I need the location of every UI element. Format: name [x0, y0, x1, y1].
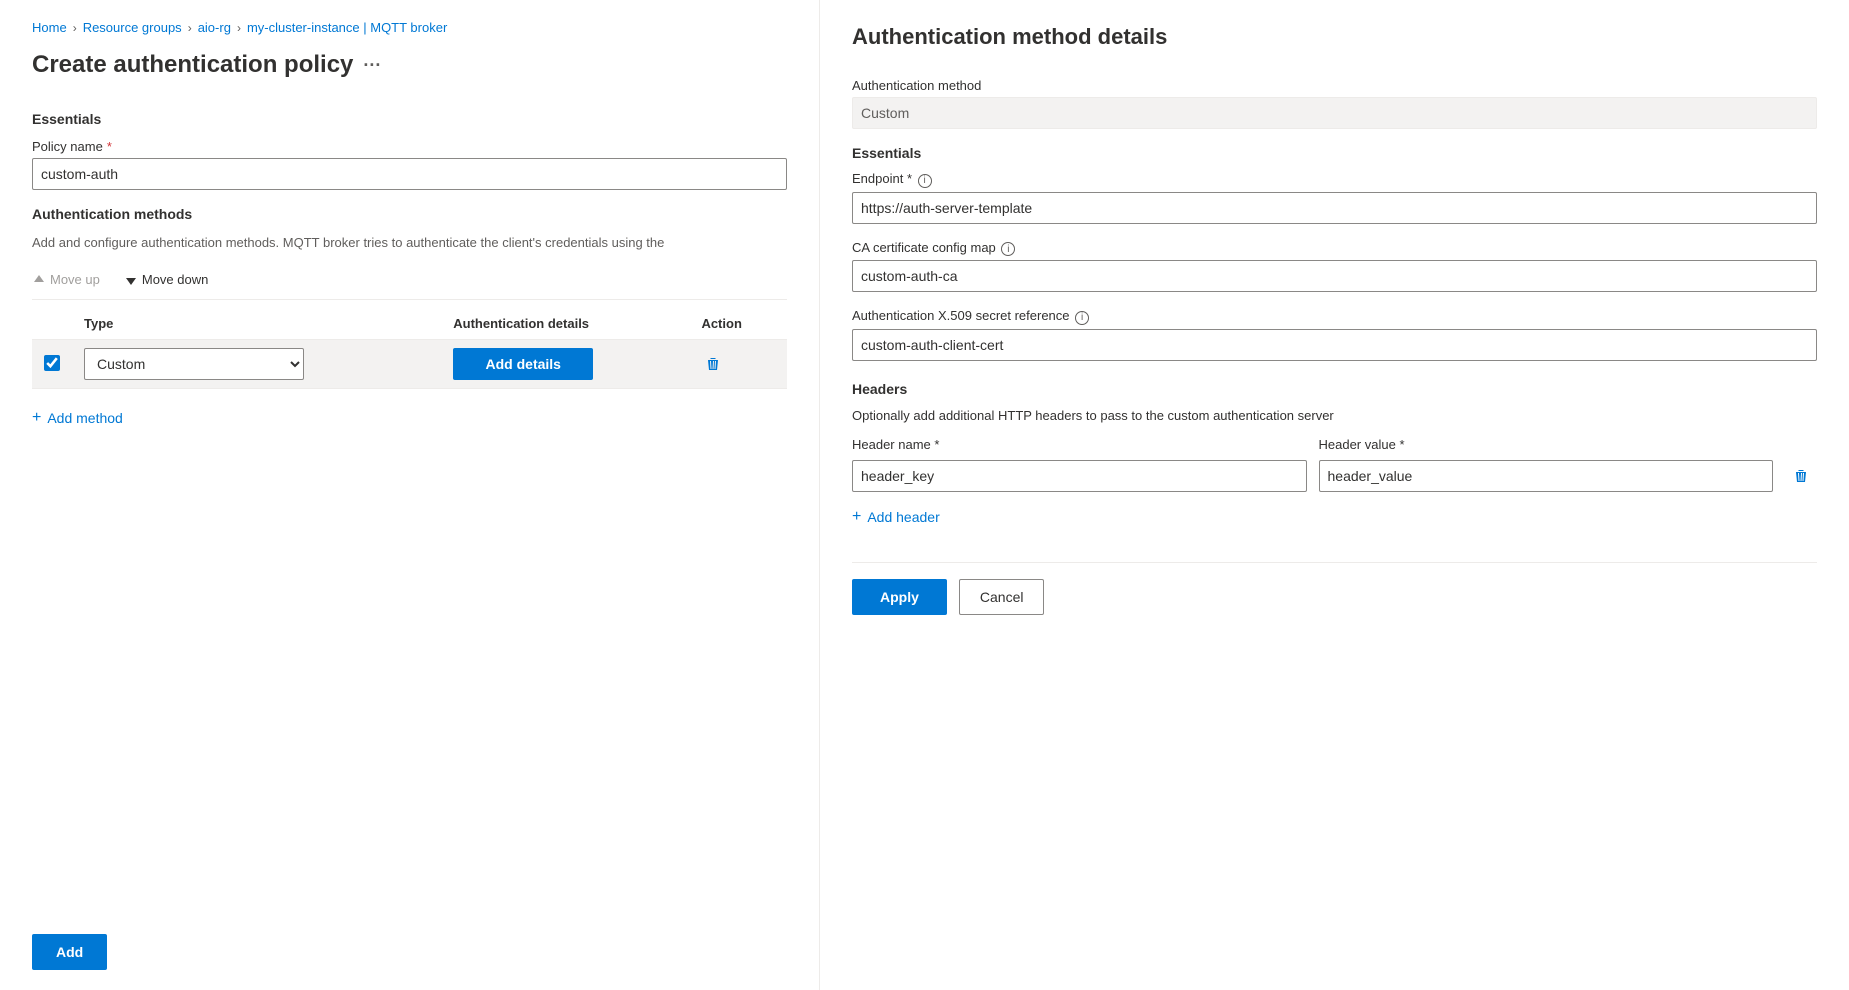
auth-x509-info-icon[interactable]: i	[1075, 311, 1089, 325]
endpoint-label: Endpoint * i	[852, 171, 1817, 188]
breadcrumb-sep-2: ›	[188, 21, 192, 35]
headers-heading: Headers	[852, 381, 1817, 397]
auth-methods-desc: Add and configure authentication methods…	[32, 234, 787, 252]
add-button[interactable]: Add	[32, 934, 107, 970]
header-name-input[interactable]	[852, 460, 1307, 492]
table-divider	[32, 299, 787, 300]
policy-name-label: Policy name *	[32, 139, 787, 154]
row-checkbox[interactable]	[44, 355, 60, 371]
header-value-required: *	[1399, 437, 1404, 452]
auth-x509-input[interactable]	[852, 329, 1817, 361]
header-input-row	[852, 460, 1817, 492]
type-select[interactable]: Custom	[84, 348, 304, 380]
add-details-button[interactable]: Add details	[453, 348, 593, 380]
col-action-header: Action	[689, 308, 787, 340]
page-title: Create authentication policy ···	[32, 51, 787, 79]
breadcrumb: Home › Resource groups › aio-rg › my-clu…	[32, 20, 787, 35]
row-action-cell	[689, 340, 787, 389]
move-up-button[interactable]: Move up	[32, 268, 100, 291]
header-value-input[interactable]	[1319, 460, 1774, 492]
apply-button[interactable]: Apply	[852, 579, 947, 615]
col-checkbox	[32, 308, 72, 340]
move-bar: Move up Move down	[32, 268, 787, 291]
row-checkbox-cell[interactable]	[32, 340, 72, 389]
auth-method-label: Authentication method	[852, 78, 1817, 93]
cancel-button[interactable]: Cancel	[959, 579, 1045, 615]
col-type-header: Type	[72, 308, 441, 340]
right-panel: Authentication method details Authentica…	[820, 0, 1849, 990]
headers-desc: Optionally add additional HTTP headers t…	[852, 407, 1817, 425]
add-header-button[interactable]: + Add header	[852, 504, 940, 530]
row-type-cell: Custom	[72, 340, 441, 389]
auth-x509-label: Authentication X.509 secret reference i	[852, 308, 1817, 325]
rp-actions: Apply Cancel	[852, 562, 1817, 615]
delete-row-button[interactable]	[701, 352, 725, 376]
trash-icon	[705, 356, 721, 372]
trash-header-icon	[1793, 468, 1809, 484]
breadcrumb-sep-3: ›	[237, 21, 241, 35]
header-value-label: Header value *	[1319, 437, 1774, 452]
breadcrumb-cluster[interactable]: my-cluster-instance | MQTT broker	[247, 20, 447, 35]
policy-name-input[interactable]	[32, 158, 787, 190]
row-auth-details-cell[interactable]: Add details	[441, 340, 689, 389]
ca-cert-info-icon[interactable]: i	[1001, 242, 1015, 256]
ca-cert-group: CA certificate config map i	[852, 240, 1817, 293]
rp-essentials-heading: Essentials	[852, 145, 1817, 161]
arrow-down-icon	[124, 273, 138, 287]
ca-cert-label: CA certificate config map i	[852, 240, 1817, 257]
auth-method-group: Authentication method Custom	[852, 78, 1817, 129]
header-labels: Header name * Header value *	[852, 437, 1817, 456]
move-down-button[interactable]: Move down	[124, 268, 208, 291]
breadcrumb-aio-rg[interactable]: aio-rg	[198, 20, 231, 35]
ca-cert-input[interactable]	[852, 260, 1817, 292]
policy-name-group: Policy name *	[32, 139, 787, 190]
essentials-heading: Essentials	[32, 111, 787, 127]
add-method-plus-icon: +	[32, 409, 41, 427]
auth-x509-group: Authentication X.509 secret reference i	[852, 308, 1817, 361]
breadcrumb-home[interactable]: Home	[32, 20, 67, 35]
breadcrumb-resource-groups[interactable]: Resource groups	[83, 20, 182, 35]
col-auth-details-header: Authentication details	[441, 308, 689, 340]
endpoint-required: *	[907, 171, 912, 186]
delete-header-button[interactable]	[1785, 464, 1817, 488]
bottom-actions: Add	[32, 902, 787, 970]
header-name-label: Header name *	[852, 437, 1307, 452]
auth-method-value: Custom	[852, 97, 1817, 129]
table-row: Custom Add details	[32, 340, 787, 389]
endpoint-input[interactable]	[852, 192, 1817, 224]
auth-methods-table: Type Authentication details Action Custo…	[32, 308, 787, 389]
add-method-button[interactable]: + Add method	[32, 405, 787, 431]
breadcrumb-sep-1: ›	[73, 21, 77, 35]
rp-title: Authentication method details	[852, 24, 1817, 50]
header-name-required: *	[934, 437, 939, 452]
arrow-up-icon	[32, 273, 46, 287]
endpoint-info-icon[interactable]: i	[918, 174, 932, 188]
endpoint-group: Endpoint * i	[852, 171, 1817, 224]
add-header-plus-icon: +	[852, 508, 861, 526]
more-options-icon[interactable]: ···	[363, 55, 381, 76]
left-panel: Home › Resource groups › aio-rg › my-clu…	[0, 0, 820, 990]
policy-name-required: *	[107, 139, 112, 154]
auth-methods-heading: Authentication methods	[32, 206, 787, 222]
